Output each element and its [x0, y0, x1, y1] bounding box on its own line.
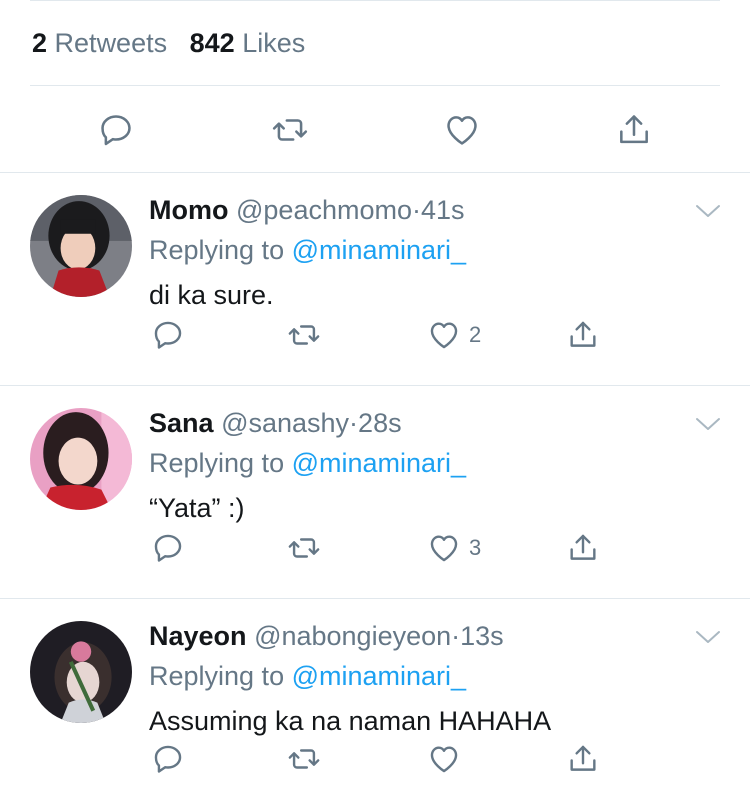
like-icon [430, 746, 458, 773]
retweet-button[interactable] [287, 315, 321, 355]
reply-icon [154, 321, 182, 349]
retweet-icon [288, 538, 320, 558]
user-handle[interactable]: @peachmomo [236, 195, 412, 225]
retweet-button[interactable] [287, 739, 321, 779]
share-button[interactable] [566, 739, 600, 779]
stats-divider [30, 85, 720, 86]
share-button[interactable] [612, 108, 656, 152]
like-count: 3 [469, 535, 482, 560]
reply-tweet[interactable]: Momo @peachmomo·41s Replying to @minamin… [0, 173, 750, 385]
reply-icon [154, 534, 182, 562]
reply-header: Momo @peachmomo·41s [149, 195, 465, 226]
like-icon [430, 322, 458, 349]
avatar-image [30, 195, 132, 297]
chevron-down-icon [696, 418, 720, 430]
timestamp[interactable]: 13s [460, 621, 504, 651]
like-count: 2 [469, 322, 482, 347]
user-handle[interactable]: @sanashy [221, 408, 349, 438]
likes-label[interactable]: Likes [242, 28, 305, 58]
share-icon [570, 534, 596, 560]
timestamp[interactable]: 41s [421, 195, 465, 225]
retweets-label[interactable]: Retweets [55, 28, 168, 58]
display-name[interactable]: Momo [149, 195, 228, 225]
like-button[interactable]: 3 [427, 528, 481, 568]
avatar[interactable] [30, 621, 132, 723]
reply-button[interactable] [151, 739, 185, 779]
mention-link[interactable]: @minaminari_ [292, 661, 466, 691]
top-divider [30, 0, 720, 1]
like-icon [447, 116, 477, 145]
tweet-text: “Yata” :) [149, 493, 245, 523]
share-button[interactable] [566, 528, 600, 568]
timestamp[interactable]: 28s [358, 408, 402, 438]
mention-link[interactable]: @minaminari_ [292, 448, 466, 478]
tweet-text: Assuming ka na naman HAHAHA [149, 706, 552, 736]
tweet-stats: 2 Retweets 842 Likes [32, 28, 305, 59]
retweets-count[interactable]: 2 [32, 28, 47, 58]
replying-to: Replying to @minaminari_ [149, 235, 466, 266]
chevron-down-icon [696, 205, 720, 217]
share-icon [570, 321, 596, 347]
tweet-action-bar [0, 100, 750, 160]
share-button[interactable] [566, 315, 600, 355]
mention-link[interactable]: @minaminari_ [292, 235, 466, 265]
more-options-button[interactable] [693, 627, 723, 647]
retweet-icon [288, 325, 320, 345]
reply-header: Sana @sanashy·28s [149, 408, 402, 439]
replying-to: Replying to @minaminari_ [149, 448, 466, 479]
user-handle[interactable]: @nabongieyeon [254, 621, 451, 651]
avatar[interactable] [30, 195, 132, 297]
avatar[interactable] [30, 408, 132, 510]
reply-button[interactable] [94, 108, 138, 152]
separator-dot: · [451, 621, 461, 651]
reply-tweet[interactable]: Nayeon @nabongieyeon·13s Replying to @mi… [0, 599, 750, 805]
avatar-image [30, 408, 132, 510]
share-icon [620, 115, 648, 144]
more-options-button[interactable] [693, 201, 723, 221]
retweet-button[interactable] [287, 528, 321, 568]
reply-button[interactable] [151, 315, 185, 355]
replying-to-label: Replying to [149, 661, 285, 691]
replying-to: Replying to @minaminari_ [149, 661, 466, 692]
reply-tweet[interactable]: Sana @sanashy·28s Replying to @minaminar… [0, 386, 750, 598]
replying-to-label: Replying to [149, 235, 285, 265]
reply-header: Nayeon @nabongieyeon·13s [149, 621, 504, 652]
reply-icon [101, 115, 131, 146]
like-button[interactable] [440, 108, 484, 152]
tweet-text: di ka sure. [149, 280, 274, 310]
separator-dot: · [412, 195, 421, 225]
more-options-button[interactable] [693, 414, 723, 434]
like-icon [430, 535, 458, 562]
separator-dot: · [349, 408, 359, 438]
like-button[interactable]: 2 [427, 315, 481, 355]
likes-count[interactable]: 842 [190, 28, 235, 58]
share-icon [570, 745, 596, 771]
chevron-down-icon [696, 631, 720, 643]
display-name[interactable]: Sana [149, 408, 214, 438]
like-button[interactable] [427, 739, 469, 779]
retweet-button[interactable] [268, 108, 312, 152]
display-name[interactable]: Nayeon [149, 621, 247, 651]
avatar-image [30, 621, 132, 723]
reply-button[interactable] [151, 528, 185, 568]
reply-icon [154, 745, 182, 773]
retweet-icon [272, 119, 308, 141]
retweet-icon [288, 749, 320, 769]
replying-to-label: Replying to [149, 448, 285, 478]
